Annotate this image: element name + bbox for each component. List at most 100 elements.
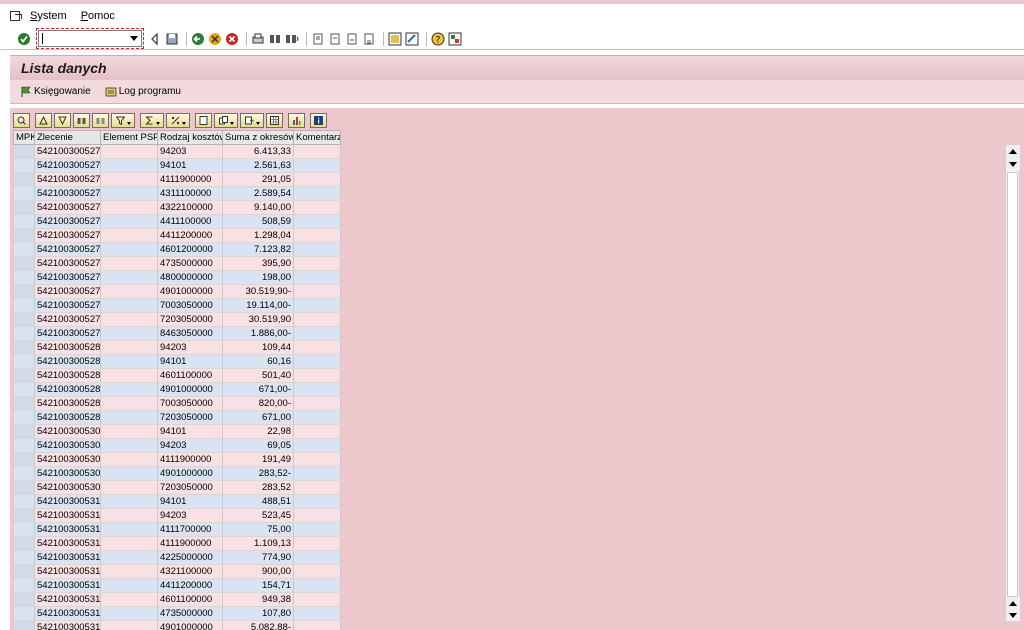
table-cell[interactable]: [100, 298, 158, 313]
table-cell[interactable]: 191,49: [222, 452, 294, 467]
table-cell[interactable]: 542100300531: [34, 550, 101, 565]
table-cell[interactable]: 542100300527: [34, 214, 101, 229]
table-cell[interactable]: [13, 410, 35, 425]
table-cell[interactable]: [293, 396, 341, 411]
table-cell[interactable]: [100, 564, 158, 579]
table-cell[interactable]: 900,00: [222, 564, 294, 579]
table-cell[interactable]: [13, 368, 35, 383]
table-cell[interactable]: [100, 382, 158, 397]
table-cell[interactable]: 107,80: [222, 606, 294, 621]
table-cell[interactable]: [293, 354, 341, 369]
table-row[interactable]: 542100300527 4411100000 508,59: [13, 214, 341, 229]
table-cell[interactable]: [100, 200, 158, 215]
table-cell[interactable]: 94101: [157, 354, 223, 369]
table-cell[interactable]: 1.109,13: [222, 536, 294, 551]
table-cell[interactable]: [293, 242, 341, 257]
table-cell[interactable]: [100, 494, 158, 509]
table-row[interactable]: 542100300527 4111900000 291,05: [13, 172, 341, 187]
table-cell[interactable]: 542100300530: [34, 438, 101, 453]
table-cell[interactable]: 291,05: [222, 172, 294, 187]
table-row[interactable]: 542100300528 4601100000 501,40: [13, 368, 341, 383]
table-cell[interactable]: 154,71: [222, 578, 294, 593]
command-field[interactable]: [36, 28, 144, 49]
table-cell[interactable]: [293, 200, 341, 215]
table-cell[interactable]: 523,45: [222, 508, 294, 523]
table-cell[interactable]: 542100300531: [34, 508, 101, 523]
table-cell[interactable]: [13, 326, 35, 341]
table-cell[interactable]: 283,52: [222, 480, 294, 495]
table-row[interactable]: 542100300528 94101 60,16: [13, 354, 341, 369]
scroll-page-up-icon[interactable]: [1006, 597, 1020, 609]
table-cell[interactable]: [293, 452, 341, 467]
next-page-icon[interactable]: [345, 32, 359, 46]
table-cell[interactable]: 4800000000: [157, 270, 223, 285]
table-cell[interactable]: 94203: [157, 508, 223, 523]
table-cell[interactable]: [293, 606, 341, 621]
table-cell[interactable]: 9.140,00: [222, 200, 294, 215]
table-row[interactable]: 542100300530 7203050000 283,52: [13, 480, 341, 495]
table-cell[interactable]: [13, 606, 35, 621]
table-row[interactable]: 542100300527 4601200000 7.123,82: [13, 242, 341, 257]
table-cell[interactable]: 542100300530: [34, 452, 101, 467]
table-cell[interactable]: 542100300531: [34, 522, 101, 537]
table-cell[interactable]: [13, 242, 35, 257]
table-cell[interactable]: 542100300531: [34, 606, 101, 621]
table-cell[interactable]: 283,52-: [222, 466, 294, 481]
cancel-icon[interactable]: [225, 32, 239, 46]
save-icon[interactable]: [165, 32, 179, 46]
table-cell[interactable]: [293, 536, 341, 551]
table-cell[interactable]: [13, 214, 35, 229]
table-row[interactable]: 542100300528 4901000000 671,00-: [13, 382, 341, 397]
table-row[interactable]: 542100300531 4735000000 107,80: [13, 606, 341, 621]
scroll-down-icon[interactable]: [1006, 158, 1020, 170]
table-cell[interactable]: 94203: [157, 438, 223, 453]
table-row[interactable]: 542100300527 7203050000 30.519,90: [13, 312, 341, 327]
table-cell[interactable]: [13, 144, 35, 159]
table-cell[interactable]: 4901000000: [157, 466, 223, 481]
exit-icon[interactable]: [208, 32, 222, 46]
table-row[interactable]: 542100300531 4321100000 900,00: [13, 564, 341, 579]
last-page-icon[interactable]: [362, 32, 376, 46]
table-cell[interactable]: 2.589,54: [222, 186, 294, 201]
table-cell[interactable]: [100, 522, 158, 537]
table-cell[interactable]: 542100300527: [34, 228, 101, 243]
table-cell[interactable]: [100, 186, 158, 201]
table-cell[interactable]: [13, 452, 35, 467]
column-header-element-psp[interactable]: Element PSP: [100, 130, 158, 145]
scroll-page-down-icon[interactable]: [1006, 609, 1020, 621]
table-cell[interactable]: 542100300528: [34, 354, 101, 369]
table-cell[interactable]: 4411200000: [157, 228, 223, 243]
table-cell[interactable]: 109,44: [222, 340, 294, 355]
table-cell[interactable]: [293, 438, 341, 453]
table-cell[interactable]: 4735000000: [157, 256, 223, 271]
table-cell[interactable]: 2.561,63: [222, 158, 294, 173]
table-cell[interactable]: 542100300530: [34, 480, 101, 495]
filter-button[interactable]: [111, 112, 135, 128]
table-cell[interactable]: [13, 550, 35, 565]
table-cell[interactable]: [13, 228, 35, 243]
table-cell[interactable]: 69,05: [222, 438, 294, 453]
table-cell[interactable]: [293, 410, 341, 425]
table-cell[interactable]: [13, 186, 35, 201]
table-cell[interactable]: 8463050000: [157, 326, 223, 341]
table-cell[interactable]: 542100300528: [34, 382, 101, 397]
vertical-scrollbar[interactable]: [1005, 145, 1020, 621]
table-cell[interactable]: 60,16: [222, 354, 294, 369]
table-cell[interactable]: 542100300528: [34, 340, 101, 355]
export-button[interactable]: [240, 112, 264, 128]
table-cell[interactable]: [100, 480, 158, 495]
sort-ascending-button[interactable]: [35, 112, 52, 128]
table-cell[interactable]: 542100300531: [34, 578, 101, 593]
table-cell[interactable]: 542100300528: [34, 410, 101, 425]
table-cell[interactable]: 4901000000: [157, 284, 223, 299]
table-cell[interactable]: [293, 466, 341, 481]
table-cell[interactable]: [13, 438, 35, 453]
table-cell[interactable]: [100, 396, 158, 411]
table-row[interactable]: 542100300527 94203 6.413,33: [13, 144, 341, 159]
table-cell[interactable]: 542100300527: [34, 144, 101, 159]
table-row[interactable]: 542100300531 94203 523,45: [13, 508, 341, 523]
table-row[interactable]: 542100300531 4111700000 75,00: [13, 522, 341, 537]
table-cell[interactable]: [100, 578, 158, 593]
table-cell[interactable]: [293, 186, 341, 201]
details-button[interactable]: [13, 112, 30, 128]
